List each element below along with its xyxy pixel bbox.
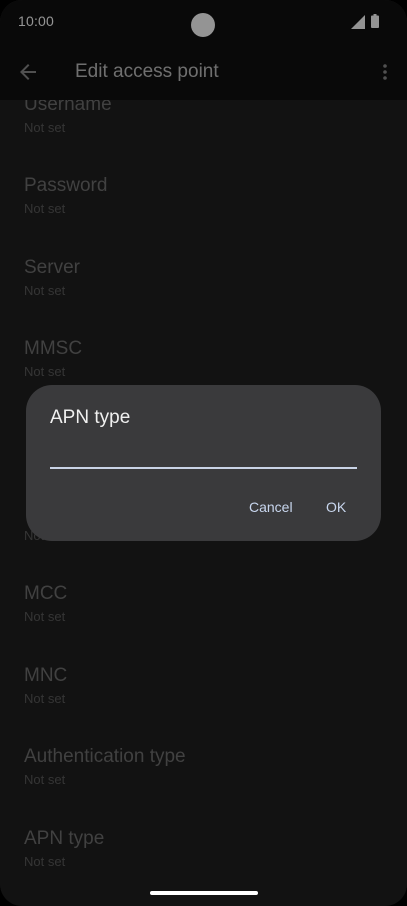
phone-screen: 10:00 Edit access point Username Not set… bbox=[0, 0, 407, 906]
dialog-title: APN type bbox=[50, 407, 131, 428]
ok-button[interactable]: OK bbox=[320, 495, 352, 519]
gesture-navigation-bar[interactable] bbox=[150, 891, 258, 895]
apn-type-input[interactable] bbox=[50, 437, 357, 469]
apn-type-dialog: APN type Cancel OK bbox=[26, 385, 381, 541]
cancel-button[interactable]: Cancel bbox=[243, 495, 299, 519]
